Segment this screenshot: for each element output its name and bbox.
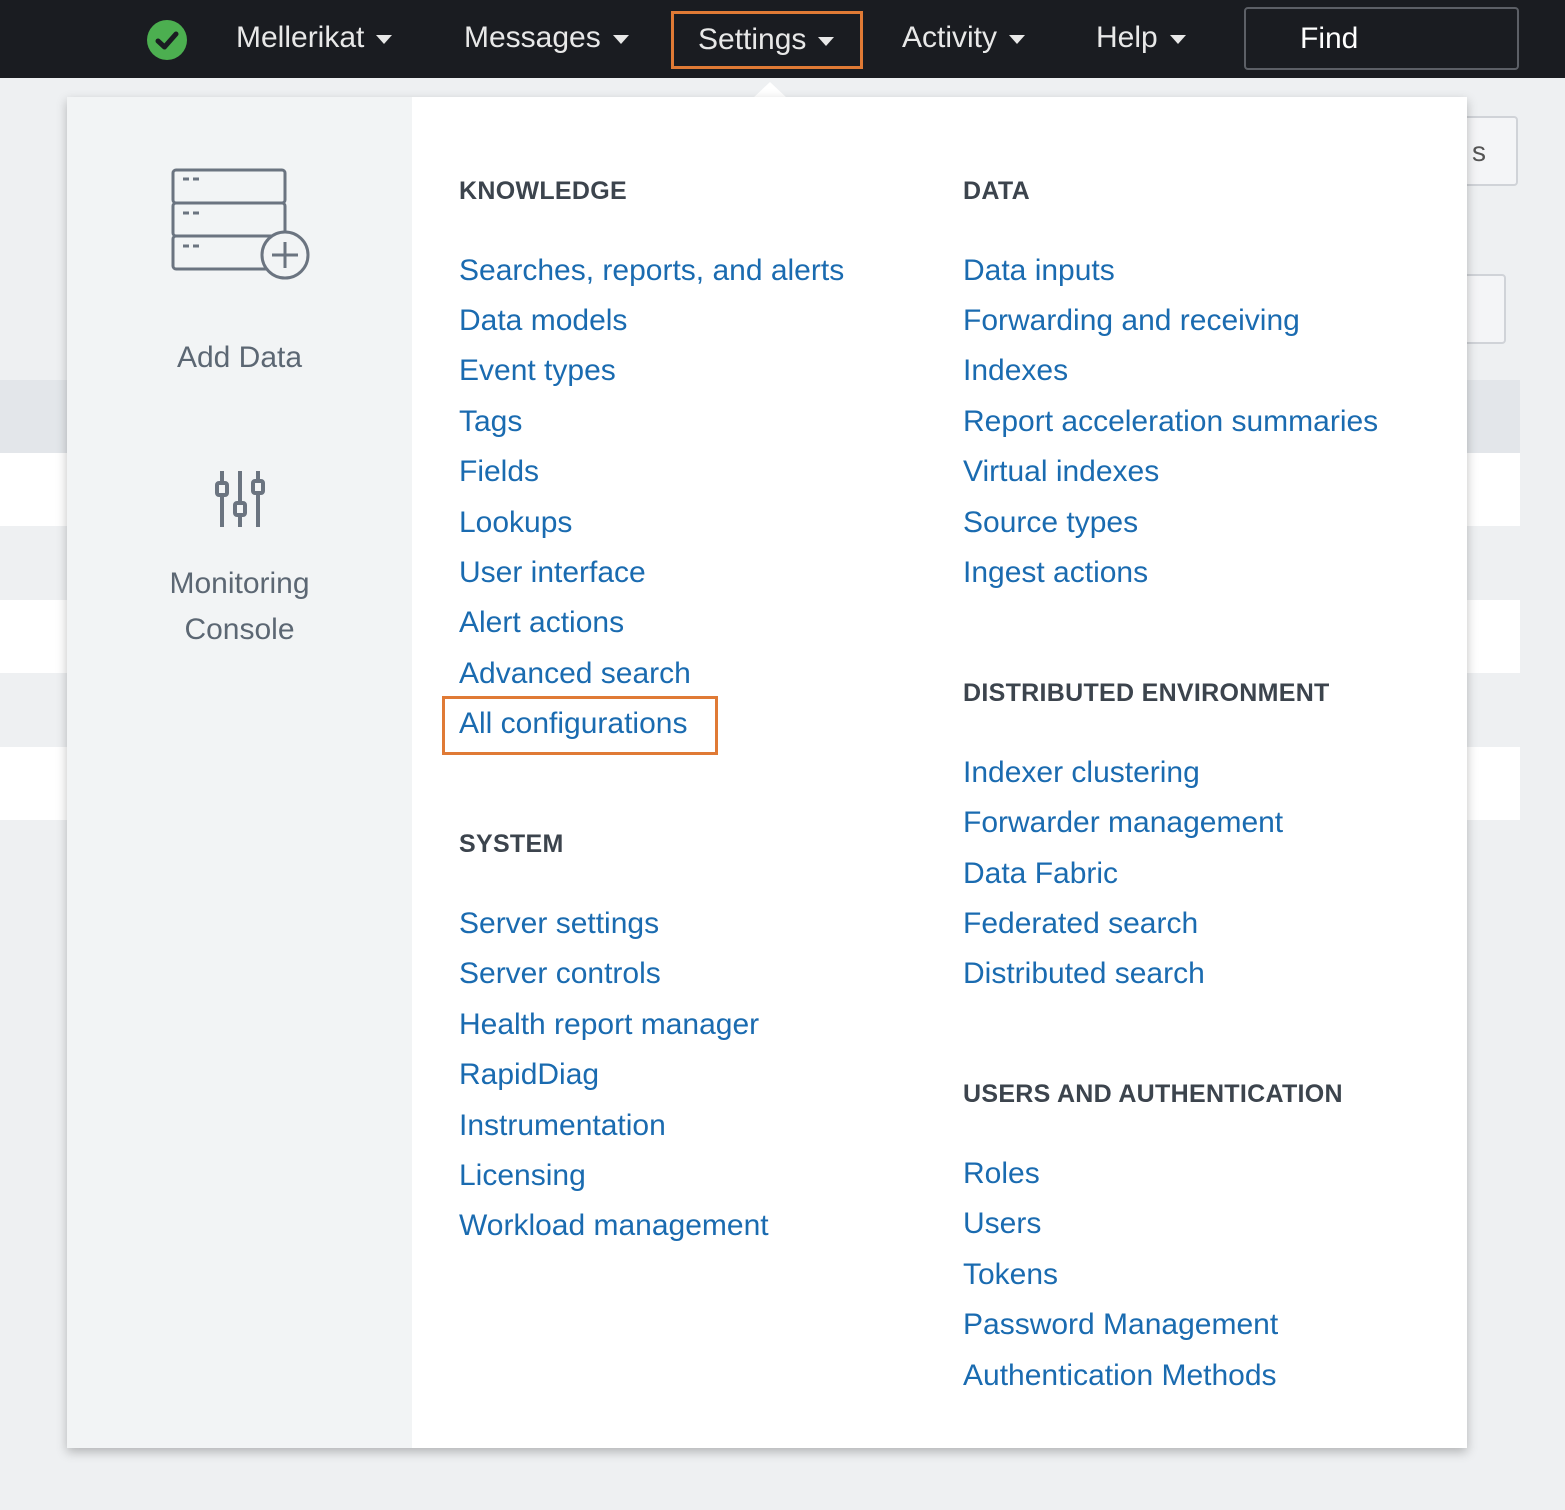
- nav-menu-help[interactable]: Help: [1096, 14, 1186, 62]
- users-link-users[interactable]: Users: [963, 1206, 1041, 1242]
- nav-label: Mellerikat: [236, 21, 365, 54]
- nav-label: Messages: [464, 21, 601, 54]
- data-link-virtual-indexes[interactable]: Virtual indexes: [963, 454, 1159, 490]
- system-link-server-settings[interactable]: Server settings: [459, 906, 659, 942]
- distributed-link-distributed-search[interactable]: Distributed search: [963, 956, 1205, 992]
- quick-links-panel: Add Data Monitoring Console: [67, 97, 412, 1448]
- distributed-environment-heading: DISTRIBUTED ENVIRONMENT: [963, 679, 1330, 707]
- sliders-icon: [214, 471, 265, 527]
- caret-down-icon: [818, 36, 835, 46]
- caret-down-icon: [612, 34, 629, 44]
- knowledge-link-user-interface[interactable]: User interface: [459, 555, 646, 591]
- monitoring-console-label-line2: Console: [184, 613, 295, 646]
- nav-menu-settings[interactable]: Settings: [671, 11, 863, 69]
- top-navigation-bar: Mellerikat Messages Settings Activity He…: [0, 0, 1565, 78]
- add-data-label: Add Data: [176, 341, 303, 374]
- nav-menu-messages[interactable]: Messages: [464, 14, 629, 62]
- knowledge-link-data-models[interactable]: Data models: [459, 303, 627, 339]
- data-link-forwarding-receiving[interactable]: Forwarding and receiving: [963, 303, 1300, 339]
- find-label: Find: [1300, 21, 1359, 55]
- settings-dropdown-menu: Add Data Monitoring Console KNOWLEDGE Se…: [67, 97, 1467, 1448]
- knowledge-heading: KNOWLEDGE: [459, 177, 627, 205]
- add-data-icon: [171, 168, 310, 280]
- knowledge-link-event-types[interactable]: Event types: [459, 353, 616, 389]
- system-link-server-controls[interactable]: Server controls: [459, 956, 661, 992]
- system-link-workload-management[interactable]: Workload management: [459, 1208, 769, 1244]
- system-link-licensing[interactable]: Licensing: [459, 1158, 586, 1194]
- system-heading: SYSTEM: [459, 830, 564, 858]
- monitoring-console-label-line1: Monitoring: [169, 567, 310, 600]
- knowledge-link-lookups[interactable]: Lookups: [459, 505, 572, 541]
- knowledge-link-fields[interactable]: Fields: [459, 454, 539, 490]
- nav-label: Help: [1096, 21, 1158, 54]
- knowledge-link-all-configurations[interactable]: All configurations: [459, 706, 687, 742]
- data-link-report-acceleration-summaries[interactable]: Report acceleration summaries: [963, 404, 1378, 440]
- distributed-link-data-fabric[interactable]: Data Fabric: [963, 856, 1118, 892]
- add-data-link[interactable]: Add Data: [67, 165, 412, 381]
- data-link-indexes[interactable]: Indexes: [963, 353, 1068, 389]
- nav-menu-activity[interactable]: Activity: [902, 14, 1026, 62]
- caret-down-icon: [1169, 34, 1186, 44]
- users-link-password-management[interactable]: Password Management: [963, 1307, 1278, 1343]
- nav-menu-mellerikat[interactable]: Mellerikat: [236, 14, 393, 62]
- background-button-label: s: [1472, 136, 1486, 167]
- nav-label: Activity: [902, 21, 998, 54]
- distributed-link-federated-search[interactable]: Federated search: [963, 906, 1198, 942]
- monitoring-console-link[interactable]: Monitoring Console: [67, 467, 412, 653]
- users-authentication-heading: USERS AND AUTHENTICATION: [963, 1080, 1343, 1108]
- find-input[interactable]: Find: [1244, 7, 1519, 70]
- users-link-tokens[interactable]: Tokens: [963, 1257, 1058, 1293]
- system-link-rapiddiag[interactable]: RapidDiag: [459, 1057, 599, 1093]
- data-link-ingest-actions[interactable]: Ingest actions: [963, 555, 1148, 591]
- data-heading: DATA: [963, 177, 1030, 205]
- data-link-source-types[interactable]: Source types: [963, 505, 1138, 541]
- check-circle-icon[interactable]: [147, 20, 187, 60]
- users-link-authentication-methods[interactable]: Authentication Methods: [963, 1358, 1277, 1394]
- system-link-instrumentation[interactable]: Instrumentation: [459, 1108, 666, 1144]
- distributed-link-indexer-clustering[interactable]: Indexer clustering: [963, 755, 1200, 791]
- users-link-roles[interactable]: Roles: [963, 1156, 1040, 1192]
- nav-label: Settings: [698, 23, 807, 56]
- knowledge-link-searches-reports-alerts[interactable]: Searches, reports, and alerts: [459, 253, 844, 289]
- data-link-data-inputs[interactable]: Data inputs: [963, 253, 1115, 289]
- caret-down-icon: [1009, 34, 1026, 44]
- distributed-link-forwarder-management[interactable]: Forwarder management: [963, 805, 1283, 841]
- knowledge-link-tags[interactable]: Tags: [459, 404, 522, 440]
- knowledge-link-advanced-search[interactable]: Advanced search: [459, 656, 691, 692]
- system-link-health-report-manager[interactable]: Health report manager: [459, 1007, 759, 1043]
- caret-down-icon: [376, 34, 393, 44]
- knowledge-link-alert-actions[interactable]: Alert actions: [459, 605, 624, 641]
